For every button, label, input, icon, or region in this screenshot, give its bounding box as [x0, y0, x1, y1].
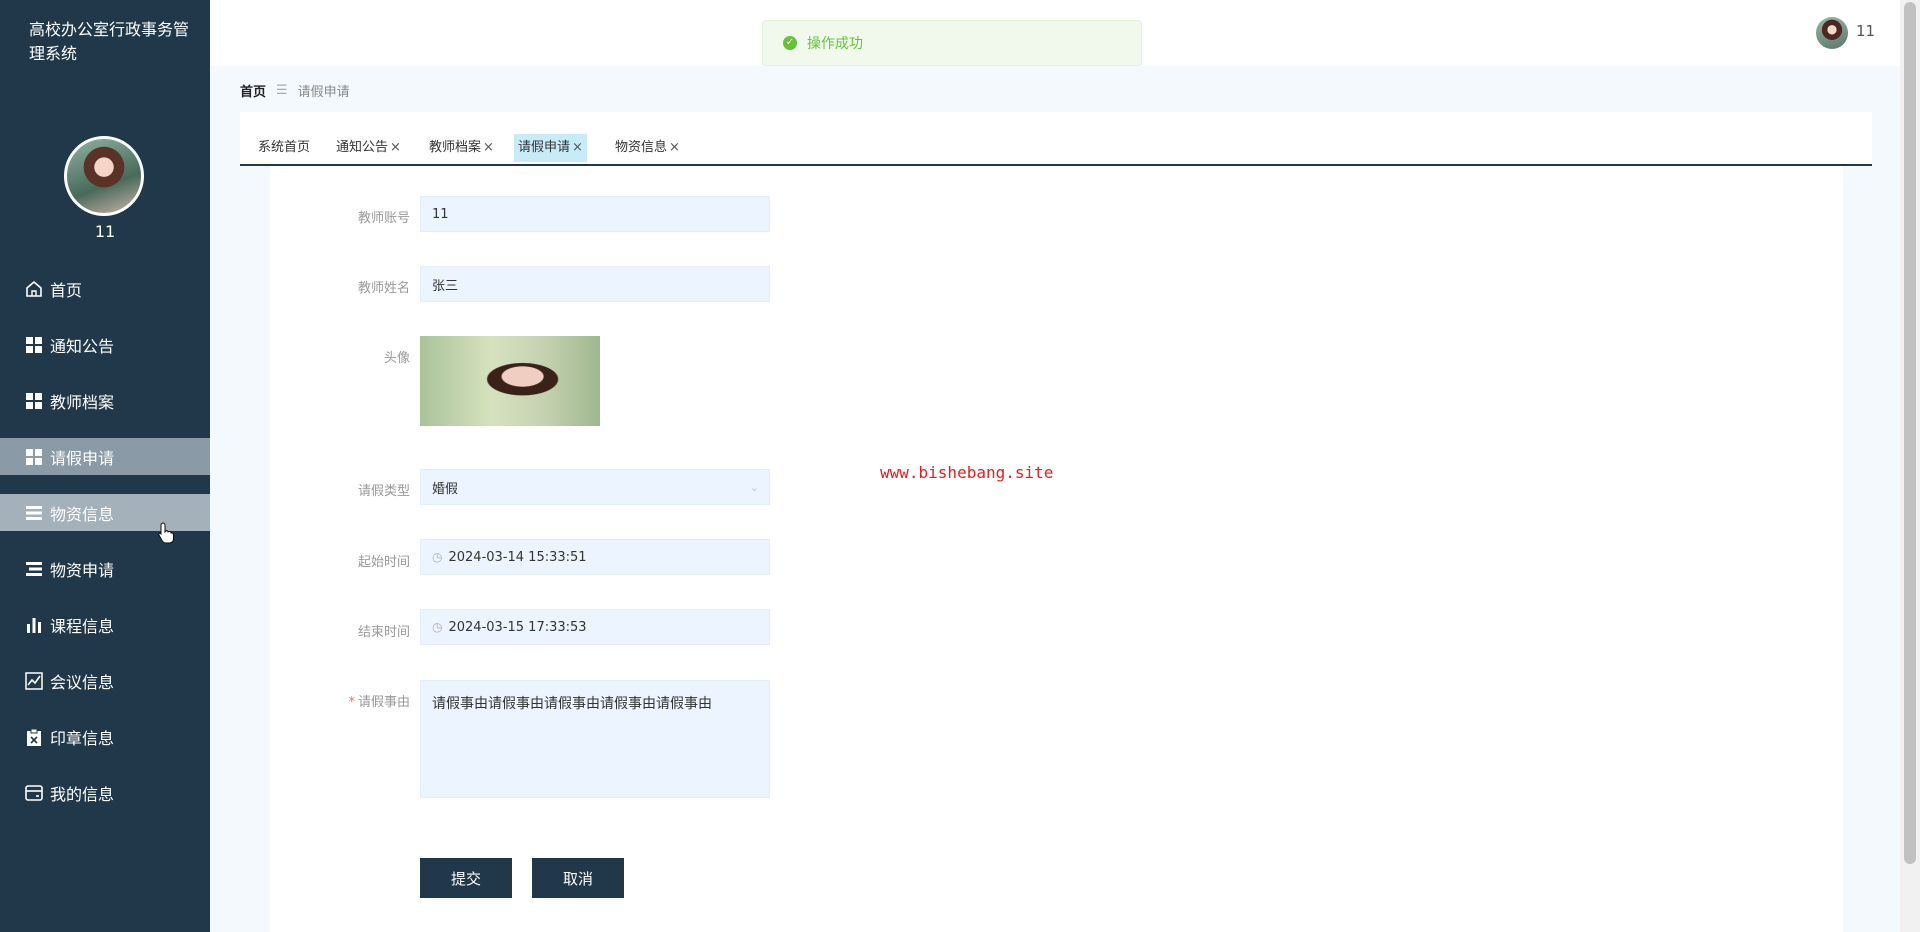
- clock-icon: ◷: [432, 550, 443, 564]
- breadcrumb-home[interactable]: 首页: [240, 81, 266, 100]
- list-icon: [24, 503, 44, 523]
- tab-system-home[interactable]: 系统首页: [254, 134, 314, 162]
- list-icon: [24, 559, 44, 579]
- clipboard-icon: [24, 727, 44, 747]
- breadcrumb: 首页 ☰ 请假申请: [240, 81, 350, 100]
- check-circle-icon: ✓: [783, 36, 797, 50]
- avatar-label: 头像: [383, 351, 410, 366]
- teacher-name-label: 教师姓名: [357, 281, 410, 296]
- sidebar-item-notices[interactable]: 通知公告: [0, 326, 210, 363]
- close-icon[interactable]: ×: [669, 140, 680, 155]
- tab-label: 通知公告: [336, 140, 389, 155]
- start-time-label: 起始时间: [357, 555, 410, 570]
- grid-icon: [24, 447, 44, 467]
- page-scrollbar[interactable]: [1900, 0, 1920, 932]
- user-avatar[interactable]: [1816, 17, 1848, 49]
- sidebar-item-label: 会议信息: [50, 672, 115, 692]
- sidebar-item-label: 首页: [50, 280, 83, 300]
- reason-label: * 请假事由: [260, 691, 410, 710]
- sidebar-item-label: 我的信息: [50, 784, 115, 804]
- required-mark: *: [348, 695, 355, 710]
- sidebar-item-meetings[interactable]: 会议信息: [0, 662, 210, 699]
- cancel-button[interactable]: 取消: [532, 858, 624, 898]
- top-username[interactable]: 11: [1856, 22, 1875, 40]
- bar-chart-icon: [24, 615, 44, 635]
- home-icon: [24, 279, 44, 299]
- clock-icon: ◷: [432, 620, 443, 634]
- sidebar-item-home[interactable]: 首页: [0, 270, 210, 307]
- tab-materials[interactable]: 物资信息 ×: [611, 134, 684, 162]
- sidebar-item-label: 印章信息: [50, 728, 115, 748]
- breadcrumb-current: 请假申请: [297, 85, 350, 100]
- tab-notices[interactable]: 通知公告 ×: [332, 134, 405, 162]
- tab-bar: 系统首页 通知公告 × 教师档案 × 请假申请 × 物资信息 ×: [240, 112, 1872, 166]
- submit-button[interactable]: 提交: [420, 858, 512, 898]
- end-time-picker[interactable]: ◷ 2024-03-15 17:33:53: [420, 609, 770, 645]
- hand-cursor-icon: [158, 522, 174, 544]
- close-icon[interactable]: ×: [572, 140, 583, 155]
- sidebar-item-label: 教师档案: [50, 392, 115, 412]
- field-value: 2024-03-15 17:33:53: [448, 619, 587, 635]
- start-time-picker[interactable]: ◷ 2024-03-14 15:33:51: [420, 539, 770, 575]
- scrollbar-thumb[interactable]: [1904, 2, 1916, 864]
- toast-message: 操作成功: [807, 36, 863, 52]
- sidebar-item-teacher-files[interactable]: 教师档案: [0, 382, 210, 419]
- sidebar-avatar[interactable]: [64, 136, 144, 216]
- sidebar: 高校办公室行政事务管理系统 11 首页 通知公告 教师档案 请假申请 物资信息 …: [0, 0, 210, 932]
- tab-label: 系统首页: [258, 140, 311, 155]
- success-toast: ✓ 操作成功: [762, 20, 1142, 66]
- close-icon[interactable]: ×: [390, 140, 401, 155]
- sidebar-item-material-application[interactable]: 物资申请: [0, 550, 210, 587]
- sidebar-item-label: 请假申请: [50, 448, 115, 468]
- field-value: 2024-03-14 15:33:51: [448, 549, 587, 565]
- select-value: 婚假: [432, 481, 459, 497]
- end-time-label: 结束时间: [357, 625, 410, 640]
- tab-leave-application[interactable]: 请假申请 ×: [514, 134, 587, 162]
- sidebar-item-label: 物资信息: [50, 504, 115, 524]
- sidebar-item-label: 物资申请: [50, 560, 115, 580]
- chevron-down-icon: ⌄: [749, 480, 759, 494]
- tab-label: 请假申请: [518, 140, 571, 155]
- avatar-image[interactable]: [420, 336, 600, 426]
- sidebar-username: 11: [94, 222, 116, 241]
- reason-textarea[interactable]: 请假事由请假事由请假事由请假事由请假事由: [420, 680, 770, 798]
- leave-type-select[interactable]: 婚假 ⌄: [420, 469, 770, 505]
- sidebar-item-my-info[interactable]: 我的信息: [0, 774, 210, 811]
- teacher-name-field[interactable]: 张三: [420, 266, 770, 302]
- leave-type-label: 请假类型: [357, 484, 410, 499]
- watermark: www.bishebang.site: [880, 463, 1054, 482]
- tab-teacher-files[interactable]: 教师档案 ×: [425, 134, 498, 162]
- sidebar-item-label: 通知公告: [50, 336, 115, 356]
- sidebar-menu: 首页 通知公告 教师档案 请假申请 物资信息 物资申请 课程信息 会议信息 印章…: [0, 270, 210, 830]
- close-icon[interactable]: ×: [483, 140, 494, 155]
- field-value: 11: [432, 206, 449, 222]
- sidebar-item-label: 课程信息: [50, 616, 115, 636]
- tab-label: 教师档案: [429, 140, 482, 155]
- sidebar-item-materials[interactable]: 物资信息: [0, 494, 210, 531]
- line-chart-icon: [24, 671, 44, 691]
- card-icon: [24, 783, 44, 803]
- teacher-account-field[interactable]: 11: [420, 196, 770, 232]
- menu-icon: ☰: [276, 83, 288, 98]
- grid-icon: [24, 335, 44, 355]
- field-value: 张三: [432, 278, 459, 294]
- textarea-value: 请假事由请假事由请假事由请假事由请假事由: [432, 696, 712, 712]
- grid-icon: [24, 391, 44, 411]
- sidebar-item-leave-application[interactable]: 请假申请: [0, 438, 210, 475]
- tab-label: 物资信息: [615, 140, 668, 155]
- reason-label-text: 请假事由: [357, 695, 410, 710]
- app-title: 高校办公室行政事务管理系统: [29, 20, 190, 63]
- teacher-account-label: 教师账号: [357, 211, 410, 226]
- sidebar-item-seals[interactable]: 印章信息: [0, 718, 210, 755]
- sidebar-item-courses[interactable]: 课程信息: [0, 606, 210, 643]
